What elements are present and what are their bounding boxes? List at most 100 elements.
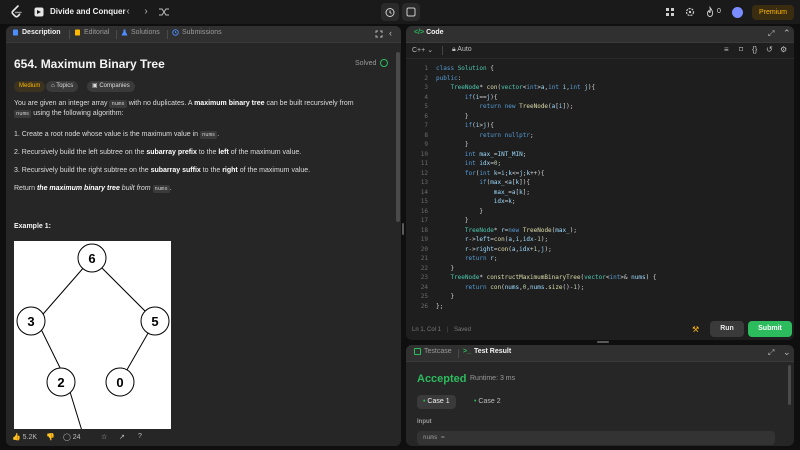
cursor-position: Ln 1, Col 1 bbox=[412, 327, 442, 333]
code-tab[interactable]: </> Code bbox=[414, 29, 444, 36]
lock-icon: ▣ bbox=[92, 83, 98, 89]
bookmark-icon[interactable]: ⌑ bbox=[739, 45, 743, 54]
step2-bold-1: subarray prefix bbox=[146, 149, 197, 156]
line-number: 19 bbox=[420, 236, 428, 243]
tab-solutions-label: Solutions bbox=[131, 29, 160, 36]
line-number: 16 bbox=[420, 207, 428, 215]
auto-mode-toggle[interactable]: 🔒︎ Auto bbox=[452, 46, 472, 54]
flask-icon bbox=[121, 29, 128, 36]
chevron-right-icon[interactable]: › bbox=[140, 6, 152, 18]
code-chip: nums bbox=[14, 110, 32, 118]
input-value: nums = bbox=[417, 431, 775, 445]
collapse-icon[interactable]: ⌃ bbox=[783, 28, 791, 39]
step2-text-3: of the maximum value. bbox=[230, 149, 302, 156]
code-editor[interactable]: 1 class Solution { 2 public: 3 TreeNode* c… bbox=[406, 64, 794, 311]
editor-toolbar: C++ ⌄ 🔒︎ Auto ≡ ⌑ {} ↺ ⚙ bbox=[406, 43, 794, 59]
line-number: 7 bbox=[424, 122, 428, 129]
code-brackets-icon: </> bbox=[414, 29, 425, 36]
tab-solutions[interactable]: Solutions bbox=[121, 29, 160, 36]
step2-bold-2: left bbox=[218, 149, 229, 156]
maximize-icon[interactable]: ⤢ bbox=[768, 29, 774, 39]
code-chip: nums bbox=[152, 185, 170, 193]
braces-icon[interactable]: {} bbox=[752, 45, 757, 54]
tab-test-result-label: Test Result bbox=[473, 348, 512, 355]
grid-icon[interactable] bbox=[664, 6, 676, 18]
premium-button[interactable]: Premium bbox=[752, 5, 794, 20]
code-line: 23 TreeNode* constructMaximumBinaryTree(… bbox=[406, 273, 794, 283]
timer-button[interactable] bbox=[381, 3, 399, 21]
tab-testcase[interactable]: Testcase bbox=[414, 348, 452, 355]
line-number: 12 bbox=[420, 169, 428, 177]
topics-badge[interactable]: ⌂ Topics bbox=[46, 81, 79, 92]
run-button[interactable]: Run bbox=[710, 321, 744, 337]
tab-submissions-label: Submissions bbox=[182, 29, 222, 36]
toolbar-divider bbox=[442, 46, 443, 55]
collapse-left-icon[interactable]: ‹ bbox=[389, 28, 392, 38]
chevron-left-icon[interactable]: ‹ bbox=[122, 6, 134, 18]
code-line: 18 TreeNode* r=new TreeNode(max_); bbox=[406, 226, 794, 236]
step-3: 3. Recursively build the right subtree o… bbox=[14, 166, 310, 176]
tag-icon: ⌂ bbox=[51, 83, 55, 89]
topics-label: Topics bbox=[56, 83, 74, 89]
comments-button[interactable]: ◯ 24 bbox=[63, 433, 81, 441]
collapse-icon[interactable]: ⌄ bbox=[783, 347, 791, 358]
reset-icon[interactable]: ↺ bbox=[766, 45, 773, 54]
lock-icon: 🔒︎ bbox=[452, 46, 456, 53]
line-number: 25 bbox=[420, 293, 428, 300]
tab-description[interactable]: Description bbox=[12, 29, 61, 36]
line-number: 14 bbox=[420, 188, 428, 196]
tab-test-result[interactable]: >_ Test Result bbox=[463, 348, 511, 355]
maximize-icon[interactable]: ⤢ bbox=[768, 348, 774, 358]
tab-submissions[interactable]: Submissions bbox=[172, 29, 222, 36]
code-line: 22 } bbox=[406, 264, 794, 274]
test-panel-scrollbar[interactable] bbox=[788, 365, 791, 405]
horizontal-splitter[interactable] bbox=[597, 341, 609, 343]
case-2-tab[interactable]: • Case 2 bbox=[468, 395, 507, 409]
leetcode-logo-icon[interactable] bbox=[10, 5, 24, 19]
case-1-tab[interactable]: • Case 1 bbox=[417, 395, 456, 409]
code-line: 19 r->left=con(a,i,idx-1); bbox=[406, 235, 794, 245]
line-number: 26 bbox=[420, 302, 428, 310]
workspace-title[interactable]: Divide and Conquer bbox=[50, 7, 126, 16]
avatar[interactable] bbox=[732, 7, 743, 18]
step2-text-2: to the bbox=[198, 149, 217, 156]
step-1: 1. Create a root node whose value is the… bbox=[14, 130, 219, 140]
dislike-icon[interactable]: 👎 bbox=[46, 433, 55, 441]
line-number: 21 bbox=[420, 255, 428, 262]
star-icon[interactable]: ☆ bbox=[101, 433, 107, 441]
description-scrollbar[interactable] bbox=[396, 52, 400, 222]
maximize-icon[interactable] bbox=[375, 30, 383, 38]
alarm-clock-icon bbox=[385, 8, 395, 17]
code-line: 12 for(int k=i;k<=j;k++){ bbox=[406, 169, 794, 179]
gear-icon[interactable] bbox=[684, 6, 696, 18]
debug-icon[interactable]: ⚒ bbox=[692, 325, 699, 334]
language-select[interactable]: C++ ⌄ bbox=[412, 46, 433, 54]
like-button[interactable]: 👍 5.2K bbox=[12, 433, 37, 441]
settings-icon[interactable]: ⚙ bbox=[780, 45, 787, 54]
companies-badge[interactable]: ▣ Companies bbox=[87, 81, 135, 92]
tab-description-label: Description bbox=[22, 29, 61, 36]
fire-icon[interactable] bbox=[704, 6, 716, 18]
step1-text: 1. Create a root node whose value is the… bbox=[14, 131, 199, 138]
code-line: 24 return con(nums,0,nums.size()-1); bbox=[406, 283, 794, 293]
language-label: C++ bbox=[412, 47, 426, 54]
code-line: 20 r->right=con(a,idx+1,j); bbox=[406, 245, 794, 255]
input-label: Input bbox=[417, 419, 432, 425]
line-number: 9 bbox=[424, 141, 428, 148]
help-icon[interactable]: ? bbox=[138, 433, 142, 440]
test-panel: Testcase >_ Test Result ⤢ ⌄ Accepted Run… bbox=[406, 345, 794, 446]
description-panel: Description Editorial Solutions Submissi… bbox=[6, 26, 401, 446]
submit-button[interactable]: Submit bbox=[748, 321, 792, 337]
verdict: Accepted bbox=[417, 373, 467, 385]
tree-node-label: 6 bbox=[88, 251, 95, 266]
tab-editorial[interactable]: Editorial bbox=[74, 29, 109, 36]
step3-bold-1: subarray suffix bbox=[150, 167, 201, 174]
shuffle-icon[interactable] bbox=[158, 6, 170, 18]
notes-button[interactable] bbox=[402, 3, 420, 21]
save-status: Saved bbox=[453, 327, 471, 333]
vertical-splitter[interactable] bbox=[402, 223, 404, 235]
step3-text-2: to the bbox=[202, 167, 221, 174]
line-number: 1 bbox=[424, 65, 428, 72]
share-icon[interactable]: ↗ bbox=[119, 433, 125, 441]
format-icon[interactable]: ≡ bbox=[724, 45, 729, 54]
